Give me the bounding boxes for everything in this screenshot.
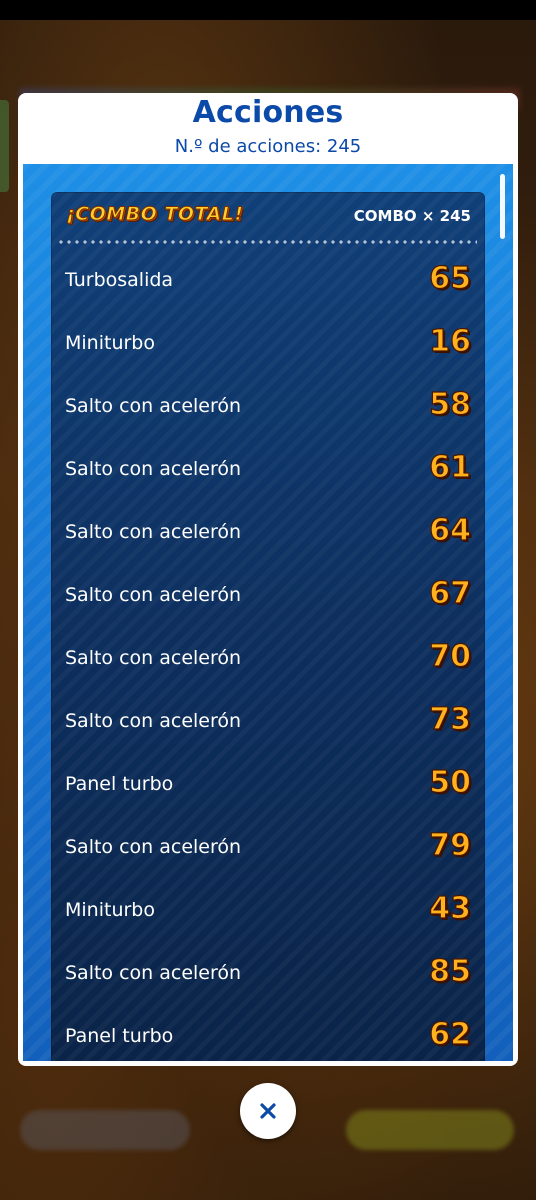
action-points: 43: [429, 890, 472, 926]
action-points: 85: [429, 953, 472, 989]
list-item: Salto con acelerón 67: [51, 563, 485, 626]
action-points: 58: [429, 386, 472, 422]
list-item: Miniturbo 16: [51, 311, 485, 374]
background-side-tab: [0, 100, 9, 192]
combo-count: COMBO × 245: [353, 207, 471, 225]
list-item: Salto con acelerón 85: [51, 941, 485, 1004]
combo-panel: ¡COMBO TOTAL! COMBO × 245 Turbosalida 65…: [51, 192, 485, 1061]
status-bar: [0, 0, 536, 20]
list-item: Salto con acelerón 61: [51, 437, 485, 500]
list-item: Salto con acelerón 64: [51, 500, 485, 563]
actions-scroll-area[interactable]: ¡COMBO TOTAL! COMBO × 245 Turbosalida 65…: [23, 164, 513, 1061]
action-label: Turbosalida: [65, 269, 174, 291]
action-points: 50: [429, 764, 472, 800]
list-item: Salto con acelerón 58: [51, 374, 485, 437]
action-label: Salto con acelerón: [65, 584, 242, 606]
close-button[interactable]: [240, 1083, 296, 1139]
actions-count-subtitle: N.º de acciones: 245: [174, 136, 362, 157]
action-label: Salto con acelerón: [65, 962, 242, 984]
action-points: 65: [429, 260, 472, 296]
action-points: 73: [429, 701, 472, 737]
action-points: 62: [429, 1016, 472, 1052]
action-label: Panel turbo: [65, 1025, 174, 1047]
list-item: Panel turbo 50: [51, 752, 485, 815]
action-label: Salto con acelerón: [65, 521, 242, 543]
close-icon: [260, 1103, 276, 1119]
list-item: Miniturbo 43: [51, 878, 485, 941]
list-item: Panel turbo 62: [51, 1004, 485, 1061]
list-item: Salto con acelerón 70: [51, 626, 485, 689]
combo-total-badge: ¡COMBO TOTAL!: [66, 203, 244, 226]
action-points: 16: [429, 323, 472, 359]
modal-title: Acciones: [192, 95, 344, 130]
actions-list: Turbosalida 65 Miniturbo 16 Salto con ac…: [51, 248, 485, 1061]
list-item: Salto con acelerón 79: [51, 815, 485, 878]
action-label: Salto con acelerón: [65, 710, 242, 732]
dotted-divider: [57, 240, 477, 244]
action-label: Salto con acelerón: [65, 395, 242, 417]
scrollbar-thumb[interactable]: [500, 174, 505, 239]
list-item: Salto con acelerón 73: [51, 689, 485, 752]
list-item: Turbosalida 65: [51, 248, 485, 311]
action-points: 70: [429, 638, 472, 674]
action-points: 79: [429, 827, 472, 863]
actions-modal: Acciones N.º de acciones: 245 ¡COMBO TOT…: [18, 93, 518, 1066]
action-points: 67: [429, 575, 472, 611]
background-button-right: [346, 1110, 514, 1150]
action-label: Panel turbo: [65, 773, 174, 795]
action-label: Miniturbo: [65, 332, 155, 354]
action-points: 61: [429, 449, 472, 485]
action-label: Salto con acelerón: [65, 836, 242, 858]
action-label: Salto con acelerón: [65, 647, 242, 669]
action-label: Miniturbo: [65, 899, 155, 921]
action-points: 64: [429, 512, 472, 548]
background-button-left: [20, 1110, 190, 1150]
action-label: Salto con acelerón: [65, 458, 242, 480]
